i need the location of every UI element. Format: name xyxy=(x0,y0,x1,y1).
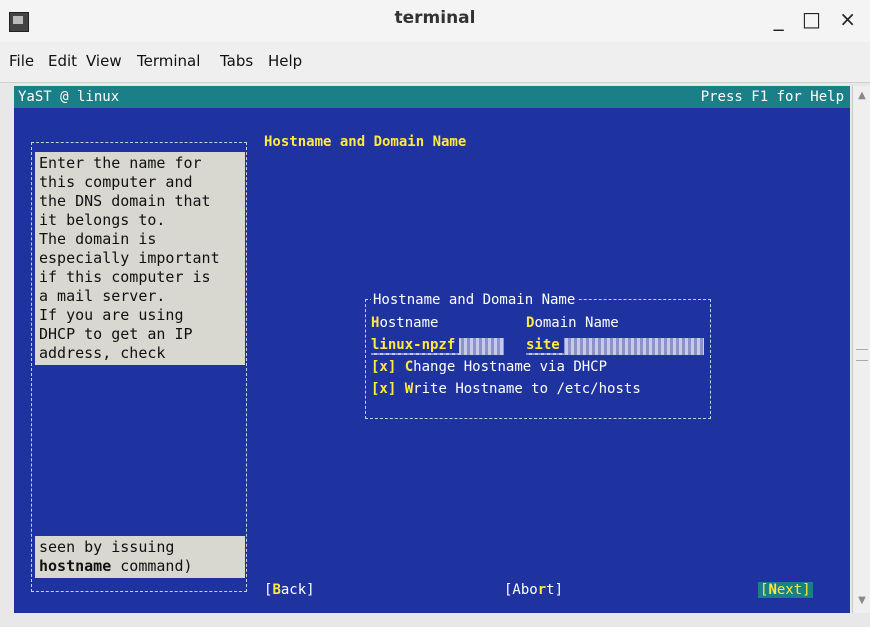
domain-label-text: omain Name xyxy=(534,315,619,331)
menu-tabs[interactable]: Tabs xyxy=(220,52,253,70)
help-text-tail: seen by issuing hostname command) xyxy=(35,536,245,578)
hostname-label: Hostname xyxy=(371,315,438,331)
hostname-label-text: ostname xyxy=(379,315,439,331)
menu-terminal[interactable]: Terminal xyxy=(137,52,200,70)
checkbox-hotkey: W xyxy=(404,381,414,397)
checkbox-label: hange Hostname via DHCP xyxy=(413,359,608,375)
help-hint: Press F1 for Help xyxy=(700,89,844,105)
checkbox-mark: [x] xyxy=(371,381,397,397)
hostname-input[interactable]: linux-npzf xyxy=(371,337,460,353)
help-line: a mail server. xyxy=(39,287,166,305)
help-line: address, check xyxy=(39,344,166,362)
next-label: ext] xyxy=(776,582,811,598)
yast-header-bar: YaST @ linux Press F1 for Help xyxy=(14,86,850,108)
next-button[interactable]: [Next] xyxy=(758,582,813,598)
back-hotkey: B xyxy=(272,582,281,598)
help-line: it belongs to. xyxy=(39,211,166,229)
help-line: seen by issuing xyxy=(39,538,175,556)
window-title: terminal xyxy=(394,8,476,28)
help-line: Enter the name for xyxy=(39,154,202,172)
menu-file[interactable]: File xyxy=(9,52,34,70)
abort-label-b: t] xyxy=(546,582,564,598)
help-line: especially important xyxy=(39,249,220,267)
menu-bar: File Edit View Terminal Tabs Help xyxy=(0,42,870,83)
checkbox-mark: [x] xyxy=(371,359,397,375)
domain-label: Domain Name xyxy=(526,315,619,331)
write-hostname-hosts-checkbox[interactable]: [x] Write Hostname to /etc/hosts xyxy=(371,381,641,397)
help-line: The domain is xyxy=(39,230,157,248)
domain-input[interactable]: site xyxy=(526,337,564,353)
screen-title: Hostname and Domain Name xyxy=(264,134,467,150)
help-keyword: hostname xyxy=(39,557,112,575)
yast-host-label: YaST @ linux xyxy=(18,89,120,105)
scroll-down-icon[interactable]: ▼ xyxy=(855,595,869,609)
abort-hotkey: r xyxy=(537,582,547,598)
next-hotkey: N xyxy=(768,582,777,598)
terminal-scrollbar[interactable]: ▲ ▼ xyxy=(852,86,870,613)
help-line: the DNS domain that xyxy=(39,192,211,210)
help-line: this computer and xyxy=(39,173,193,191)
frame-label: Hostname and Domain Name xyxy=(371,292,578,308)
checkbox-label: rite Hostname to /etc/hosts xyxy=(413,381,641,397)
scroll-up-icon[interactable]: ▲ xyxy=(855,90,869,104)
checkbox-hotkey: C xyxy=(404,359,414,375)
back-button[interactable]: [Back] xyxy=(264,582,315,598)
help-text-panel[interactable]: Enter the name for this computer and the… xyxy=(35,152,245,365)
window-titlebar: terminal _ □ × xyxy=(0,0,870,43)
help-line: command) xyxy=(111,557,193,575)
abort-label-a: [Abo xyxy=(504,582,538,598)
back-label: ack] xyxy=(280,582,315,598)
scroll-grip-icon[interactable] xyxy=(856,349,868,361)
abort-button[interactable]: [Abort] xyxy=(504,582,563,598)
help-line: DHCP to get an IP xyxy=(39,325,193,343)
window-controls[interactable]: _ □ × xyxy=(774,7,862,31)
terminal-screen[interactable]: YaST @ linux Press F1 for Help Enter the… xyxy=(14,86,850,613)
change-hostname-dhcp-checkbox[interactable]: [x] Change Hostname via DHCP xyxy=(371,359,607,375)
help-line: if this computer is xyxy=(39,268,211,286)
menu-edit[interactable]: Edit xyxy=(48,52,77,70)
help-line: If you are using xyxy=(39,306,184,324)
menu-view[interactable]: View xyxy=(86,52,122,70)
menu-help[interactable]: Help xyxy=(268,52,302,70)
